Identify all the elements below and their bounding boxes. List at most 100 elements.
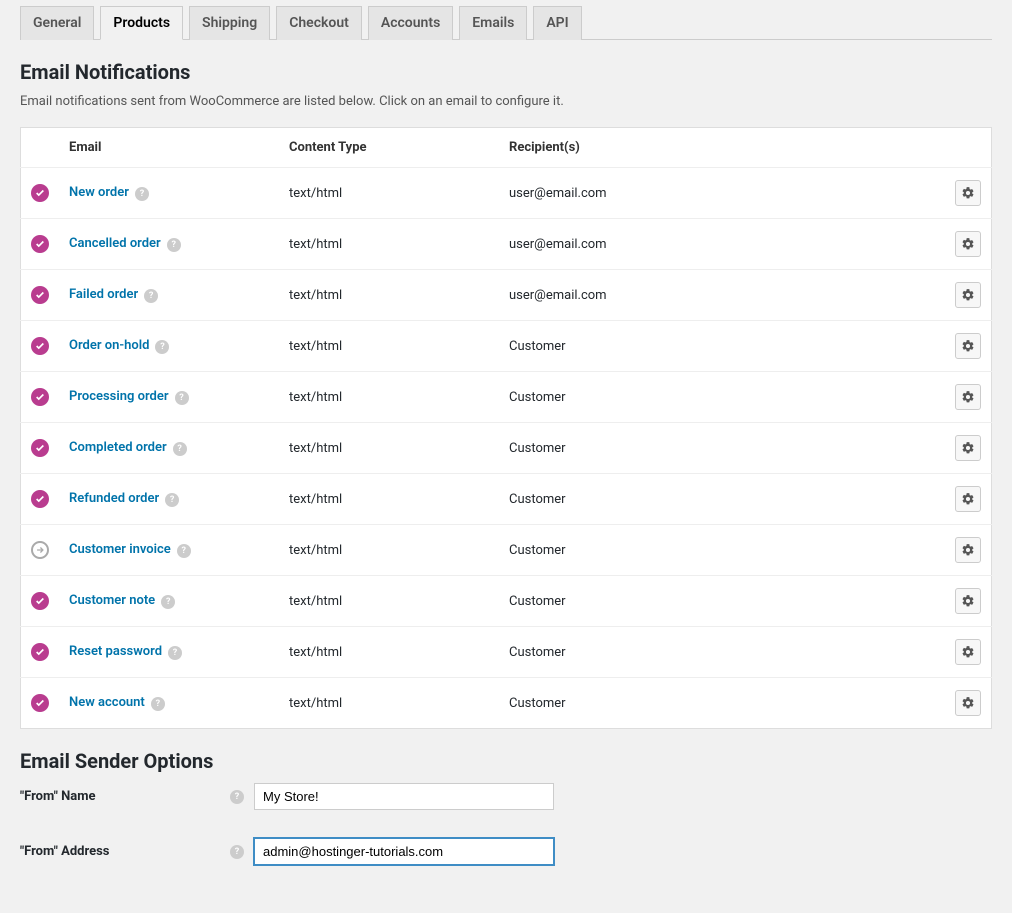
email-link[interactable]: New order (69, 185, 129, 200)
recipient-cell: user@email.com (499, 219, 945, 270)
recipient-cell: user@email.com (499, 270, 945, 321)
col-actions-header (945, 128, 992, 168)
recipient-cell: user@email.com (499, 168, 945, 219)
gear-icon[interactable] (955, 486, 981, 512)
email-link[interactable]: Reset password (69, 644, 162, 659)
check-icon (31, 388, 49, 406)
tab-general[interactable]: General (20, 6, 94, 40)
content-type-cell: text/html (279, 372, 499, 423)
content-type-cell: text/html (279, 423, 499, 474)
help-icon[interactable]: ? (165, 493, 179, 507)
content-type-cell: text/html (279, 321, 499, 372)
gear-icon[interactable] (955, 537, 981, 563)
table-row: Customer note? text/htmlCustomer (21, 576, 992, 627)
check-icon (31, 337, 49, 355)
help-icon[interactable]: ? (230, 845, 244, 859)
gear-icon[interactable] (955, 180, 981, 206)
check-icon (31, 490, 49, 508)
tab-shipping[interactable]: Shipping (189, 6, 270, 40)
email-link[interactable]: Customer invoice (69, 542, 171, 557)
help-icon[interactable]: ? (135, 187, 149, 201)
gear-icon[interactable] (955, 231, 981, 257)
gear-icon[interactable] (955, 639, 981, 665)
table-row: New order?text/htmluser@email.com (21, 168, 992, 219)
from-address-row: "From" Address ? (20, 838, 992, 865)
col-recipients-header: Recipient(s) (499, 128, 945, 168)
gear-icon[interactable] (955, 435, 981, 461)
recipient-cell: Customer (499, 678, 945, 729)
recipient-cell: Customer (499, 474, 945, 525)
recipient-cell: Customer (499, 423, 945, 474)
recipient-cell: Customer (499, 525, 945, 576)
check-icon (31, 592, 49, 610)
col-status-header (21, 128, 60, 168)
table-row: Processing order? text/htmlCustomer (21, 372, 992, 423)
email-link[interactable]: Refunded order (69, 491, 159, 506)
recipient-cell: Customer (499, 321, 945, 372)
help-icon[interactable]: ? (230, 790, 244, 804)
content-type-cell: text/html (279, 678, 499, 729)
table-row: Completed order? text/htmlCustomer (21, 423, 992, 474)
email-link[interactable]: Customer note (69, 593, 155, 608)
from-address-input[interactable] (254, 838, 554, 865)
email-link[interactable]: Failed order (69, 287, 138, 302)
check-icon (31, 694, 49, 712)
tab-api[interactable]: API (533, 6, 581, 40)
recipient-cell: Customer (499, 372, 945, 423)
table-row: New account? text/htmlCustomer (21, 678, 992, 729)
help-icon[interactable]: ? (151, 697, 165, 711)
email-link[interactable]: Completed order (69, 440, 167, 455)
gear-icon[interactable] (955, 588, 981, 614)
content-type-cell: text/html (279, 627, 499, 678)
content-type-cell: text/html (279, 219, 499, 270)
email-link[interactable]: New account (69, 695, 145, 710)
table-row: Customer invoice? text/htmlCustomer (21, 525, 992, 576)
help-icon[interactable]: ? (173, 442, 187, 456)
check-icon (31, 439, 49, 457)
from-name-label: "From" Name (20, 789, 230, 804)
content-type-cell: text/html (279, 270, 499, 321)
content-type-cell: text/html (279, 576, 499, 627)
arrow-right-icon (31, 541, 49, 559)
help-icon[interactable]: ? (177, 544, 191, 558)
check-icon (31, 643, 49, 661)
email-link[interactable]: Cancelled order (69, 236, 161, 251)
gear-icon[interactable] (955, 384, 981, 410)
recipient-cell: Customer (499, 576, 945, 627)
help-icon[interactable]: ? (155, 340, 169, 354)
gear-icon[interactable] (955, 690, 981, 716)
email-link[interactable]: Order on-hold (69, 338, 149, 353)
gear-icon[interactable] (955, 282, 981, 308)
col-content-type-header: Content Type (279, 128, 499, 168)
gear-icon[interactable] (955, 333, 981, 359)
table-row: Failed order? text/htmluser@email.com (21, 270, 992, 321)
settings-tabs: GeneralProductsShippingCheckoutAccountsE… (20, 0, 992, 40)
from-address-label: "From" Address (20, 844, 230, 859)
table-row: Refunded order? text/htmlCustomer (21, 474, 992, 525)
check-icon (31, 184, 49, 202)
help-icon[interactable]: ? (168, 646, 182, 660)
tab-checkout[interactable]: Checkout (276, 6, 362, 40)
help-icon[interactable]: ? (167, 238, 181, 252)
table-row: Order on-hold? text/htmlCustomer (21, 321, 992, 372)
email-sender-options-heading: Email Sender Options (20, 749, 992, 773)
check-icon (31, 286, 49, 304)
help-icon[interactable]: ? (161, 595, 175, 609)
tab-emails[interactable]: Emails (459, 6, 527, 40)
recipient-cell: Customer (499, 627, 945, 678)
tab-accounts[interactable]: Accounts (368, 6, 453, 40)
content-type-cell: text/html (279, 474, 499, 525)
from-name-row: "From" Name ? (20, 783, 992, 810)
from-name-input[interactable] (254, 783, 554, 810)
content-type-cell: text/html (279, 525, 499, 576)
email-link[interactable]: Processing order (69, 389, 169, 404)
table-row: Cancelled order? text/htmluser@email.com (21, 219, 992, 270)
tab-products[interactable]: Products (100, 6, 183, 40)
email-notifications-heading: Email Notifications (20, 60, 992, 84)
col-email-header: Email (59, 128, 279, 168)
table-row: Reset password? text/htmlCustomer (21, 627, 992, 678)
help-icon[interactable]: ? (175, 391, 189, 405)
email-notifications-description: Email notifications sent from WooCommerc… (20, 94, 992, 109)
help-icon[interactable]: ? (144, 289, 158, 303)
check-icon (31, 235, 49, 253)
